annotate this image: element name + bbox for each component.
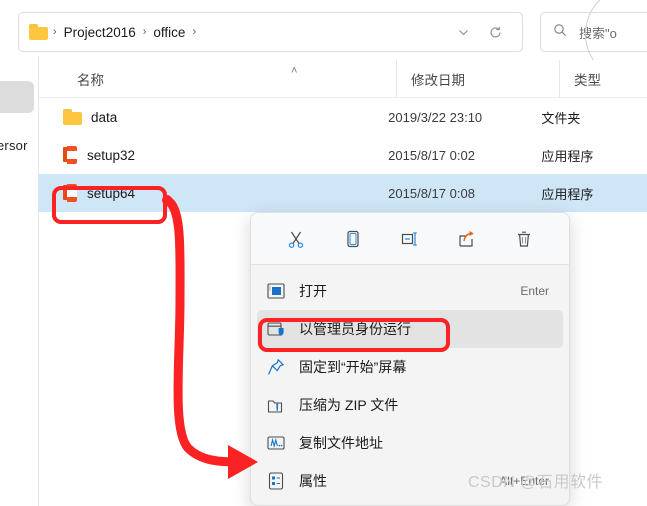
address-bar[interactable]: › Project2016 › office › bbox=[18, 12, 523, 52]
copy-icon[interactable] bbox=[336, 222, 370, 256]
menu-item-open[interactable]: 打开 Enter bbox=[257, 272, 563, 310]
file-name-label: data bbox=[91, 109, 118, 125]
column-header-name[interactable]: 名称 ˄ bbox=[63, 60, 396, 98]
file-type-cell: 应用程序 bbox=[541, 148, 594, 164]
cut-icon[interactable] bbox=[279, 222, 313, 256]
menu-item-open-shortcut: Enter bbox=[520, 284, 549, 298]
sidebar-strip: ersor bbox=[0, 56, 39, 506]
menu-item-open-label: 打开 bbox=[299, 283, 327, 299]
context-menu-toolbar bbox=[251, 213, 569, 265]
search-icon bbox=[553, 23, 567, 42]
menu-item-run-as-administrator[interactable]: 以管理员身份运行 bbox=[257, 310, 563, 348]
file-name-label: setup64 bbox=[87, 185, 136, 201]
file-name-cell: setup32 bbox=[39, 146, 374, 164]
menu-item-copy-file-path[interactable]: 复制文件地址 bbox=[257, 424, 563, 462]
context-menu: 打开 Enter 以管理员身份运行 固定到“开始”屏幕 压缩为 ZIP 文件 复… bbox=[250, 212, 570, 506]
table-row-selected[interactable]: setup64 2015/8/17 0:08 应用程序 bbox=[39, 174, 647, 212]
file-name-cell: data bbox=[39, 109, 374, 125]
breadcrumb-item-office[interactable]: office bbox=[148, 22, 190, 43]
copypath-icon bbox=[265, 433, 287, 453]
zip-icon bbox=[265, 395, 287, 415]
delete-icon[interactable] bbox=[507, 222, 541, 256]
table-row[interactable]: data 2019/3/22 23:10 文件夹 bbox=[39, 98, 647, 136]
breadcrumb-separator-1: › bbox=[142, 26, 147, 38]
menu-item-properties-label: 属性 bbox=[299, 473, 327, 489]
column-header-type[interactable]: 类型 bbox=[559, 60, 647, 98]
pin-icon bbox=[265, 357, 287, 377]
rename-icon[interactable] bbox=[393, 222, 427, 256]
open-icon bbox=[265, 281, 287, 301]
file-type-cell: 文件夹 bbox=[541, 110, 581, 126]
menu-item-run-as-administrator-label: 以管理员身份运行 bbox=[299, 321, 411, 337]
sidebar-placeholder-chip bbox=[0, 81, 34, 113]
column-header-date-label: 修改日期 bbox=[411, 73, 465, 88]
breadcrumb-separator-2: › bbox=[192, 26, 197, 38]
menu-item-pin-to-start-label: 固定到“开始”屏幕 bbox=[299, 359, 407, 375]
folder-icon bbox=[63, 109, 82, 125]
share-icon[interactable] bbox=[450, 222, 484, 256]
chevron-down-icon[interactable] bbox=[448, 26, 479, 39]
breadcrumb-separator-0: › bbox=[53, 26, 57, 38]
file-list: data 2019/3/22 23:10 文件夹 setup32 2015/8/… bbox=[39, 98, 647, 212]
refresh-icon[interactable] bbox=[479, 25, 512, 40]
office-icon bbox=[63, 184, 78, 202]
menu-item-pin-to-start[interactable]: 固定到“开始”屏幕 bbox=[257, 348, 563, 386]
sort-ascending-icon: ˄ bbox=[291, 65, 298, 77]
shield-icon bbox=[265, 319, 287, 339]
file-name-cell: setup64 bbox=[39, 184, 374, 202]
menu-item-compress-to-zip-label: 压缩为 ZIP 文件 bbox=[299, 397, 399, 413]
file-date-cell: 2015/8/17 0:02 bbox=[388, 147, 475, 163]
breadcrumb-item-project2016[interactable]: Project2016 bbox=[59, 22, 141, 43]
watermark: CSDN @石用软件 bbox=[468, 474, 604, 491]
column-header-date[interactable]: 修改日期 bbox=[396, 60, 559, 98]
column-header-name-label: 名称 bbox=[77, 73, 104, 88]
sidebar-item-label-fragment: ersor bbox=[0, 138, 28, 153]
folder-icon bbox=[29, 24, 48, 40]
menu-item-compress-to-zip[interactable]: 压缩为 ZIP 文件 bbox=[257, 386, 563, 424]
table-row[interactable]: setup32 2015/8/17 0:02 应用程序 bbox=[39, 136, 647, 174]
file-type-cell: 应用程序 bbox=[541, 186, 594, 202]
file-explorer-window: ersor › Project2016 › office › 搜索"o 名称 ˄… bbox=[0, 0, 647, 506]
file-date-cell: 2015/8/17 0:08 bbox=[388, 185, 475, 201]
office-icon bbox=[63, 146, 78, 164]
column-header-type-label: 类型 bbox=[574, 73, 601, 88]
menu-item-copy-file-path-label: 复制文件地址 bbox=[299, 435, 383, 451]
properties-icon bbox=[265, 471, 287, 491]
file-name-label: setup32 bbox=[87, 147, 136, 163]
file-date-cell: 2019/3/22 23:10 bbox=[388, 109, 483, 125]
column-header-row: 名称 ˄ 修改日期 类型 bbox=[39, 60, 647, 98]
